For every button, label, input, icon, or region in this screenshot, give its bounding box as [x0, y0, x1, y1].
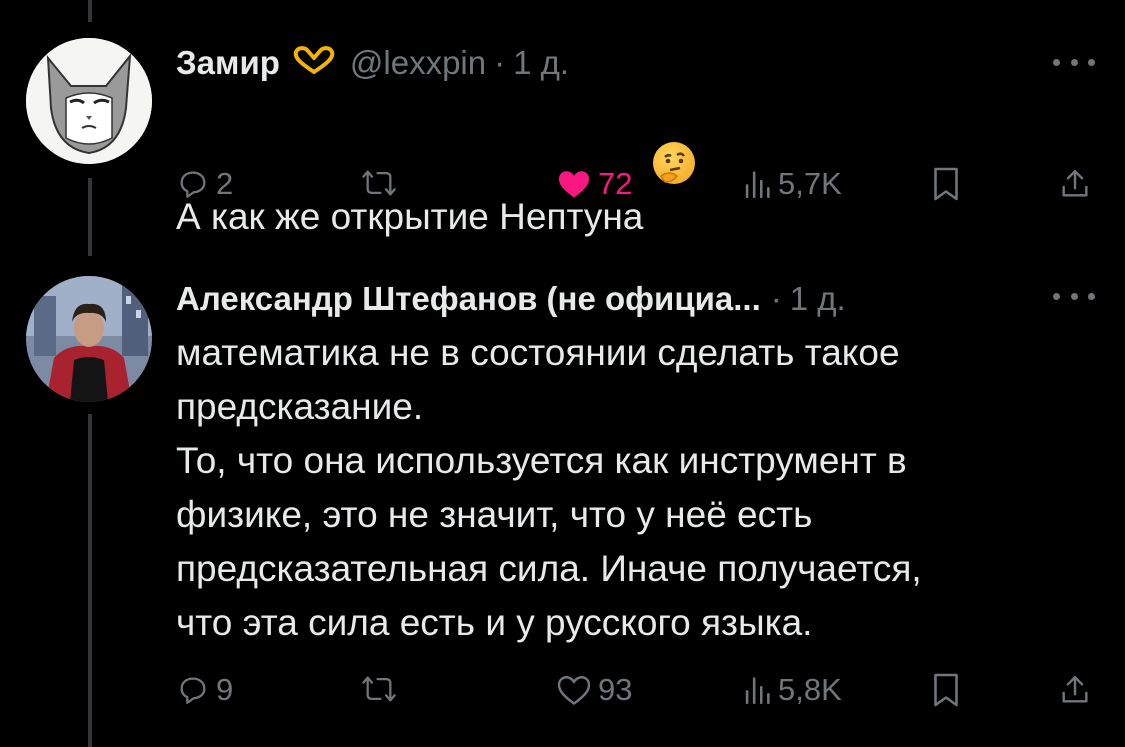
retweet-button[interactable]	[360, 166, 404, 200]
tweet-text: математика не в состоянии сделать такое …	[176, 332, 922, 643]
heart-filled-icon	[559, 171, 589, 198]
share-button[interactable]	[1058, 672, 1092, 708]
share-button[interactable]	[1058, 166, 1092, 202]
bookmark-button[interactable]	[930, 166, 962, 202]
separator-dot: ·	[770, 280, 782, 317]
reply-count: 2	[216, 166, 234, 201]
tweet-header: Замир @lexxpin · 1 д.	[176, 44, 569, 82]
reply-button[interactable]: 2	[176, 166, 233, 202]
bookmark-icon	[934, 673, 958, 707]
share-icon	[1062, 170, 1088, 197]
author-handle[interactable]: @lexxpin	[350, 44, 486, 82]
more-dot-icon	[1088, 292, 1095, 300]
views-button[interactable]: 5,8K	[742, 672, 842, 708]
tweet-time[interactable]: 1 д.	[790, 280, 846, 318]
tweet-time[interactable]: 1 д.	[513, 44, 569, 82]
more-dot-icon	[1070, 292, 1078, 300]
like-button[interactable]: 93	[556, 672, 632, 708]
tweet-1[interactable]: Замир @lexxpin · 1 д. А как же открытие …	[0, 0, 1125, 240]
analytics-icon	[745, 171, 770, 199]
author-name[interactable]: Александр Штефанов (не официа...	[176, 280, 761, 318]
share-icon	[1062, 676, 1088, 703]
tweet-2[interactable]: Александр Штефанов (не официа... · 1 д. …	[0, 240, 1125, 747]
more-dot-icon	[1070, 58, 1078, 66]
reply-icon	[180, 677, 206, 704]
author-name[interactable]: Замир	[176, 44, 280, 82]
tweet-actions: 2 72 5,7K	[0, 166, 1125, 206]
heart-outline-icon	[557, 676, 591, 705]
more-options-button[interactable]	[1053, 290, 1095, 302]
like-count: 72	[598, 166, 633, 201]
more-dot-icon	[1053, 58, 1060, 66]
bookmark-button[interactable]	[930, 672, 962, 708]
retweet-icon	[362, 170, 396, 196]
retweet-button[interactable]	[360, 672, 404, 706]
more-options-button[interactable]	[1053, 56, 1095, 68]
avatar[interactable]	[26, 38, 152, 164]
analytics-icon	[745, 677, 770, 705]
separator-dot: ·	[494, 44, 506, 81]
avatar[interactable]	[26, 276, 152, 402]
reply-count: 9	[216, 672, 234, 707]
bookmark-icon	[934, 167, 958, 201]
views-count: 5,8K	[778, 672, 842, 707]
heart-hands-icon	[292, 44, 336, 82]
tweet-header: Александр Штефанов (не официа... · 1 д.	[176, 280, 846, 318]
more-dot-icon	[1053, 292, 1060, 300]
tweet-actions: 9 93 5,8K	[0, 672, 1125, 712]
cat-avatar-icon	[26, 38, 152, 164]
views-button[interactable]: 5,7K	[742, 166, 842, 202]
more-dot-icon	[1088, 58, 1095, 66]
retweet-icon	[362, 676, 396, 702]
person-avatar-icon	[26, 276, 152, 402]
views-count: 5,7K	[778, 166, 842, 201]
reply-icon	[180, 171, 206, 198]
like-button[interactable]: 72	[556, 166, 632, 202]
reply-button[interactable]: 9	[176, 672, 233, 708]
like-count: 93	[598, 672, 633, 707]
